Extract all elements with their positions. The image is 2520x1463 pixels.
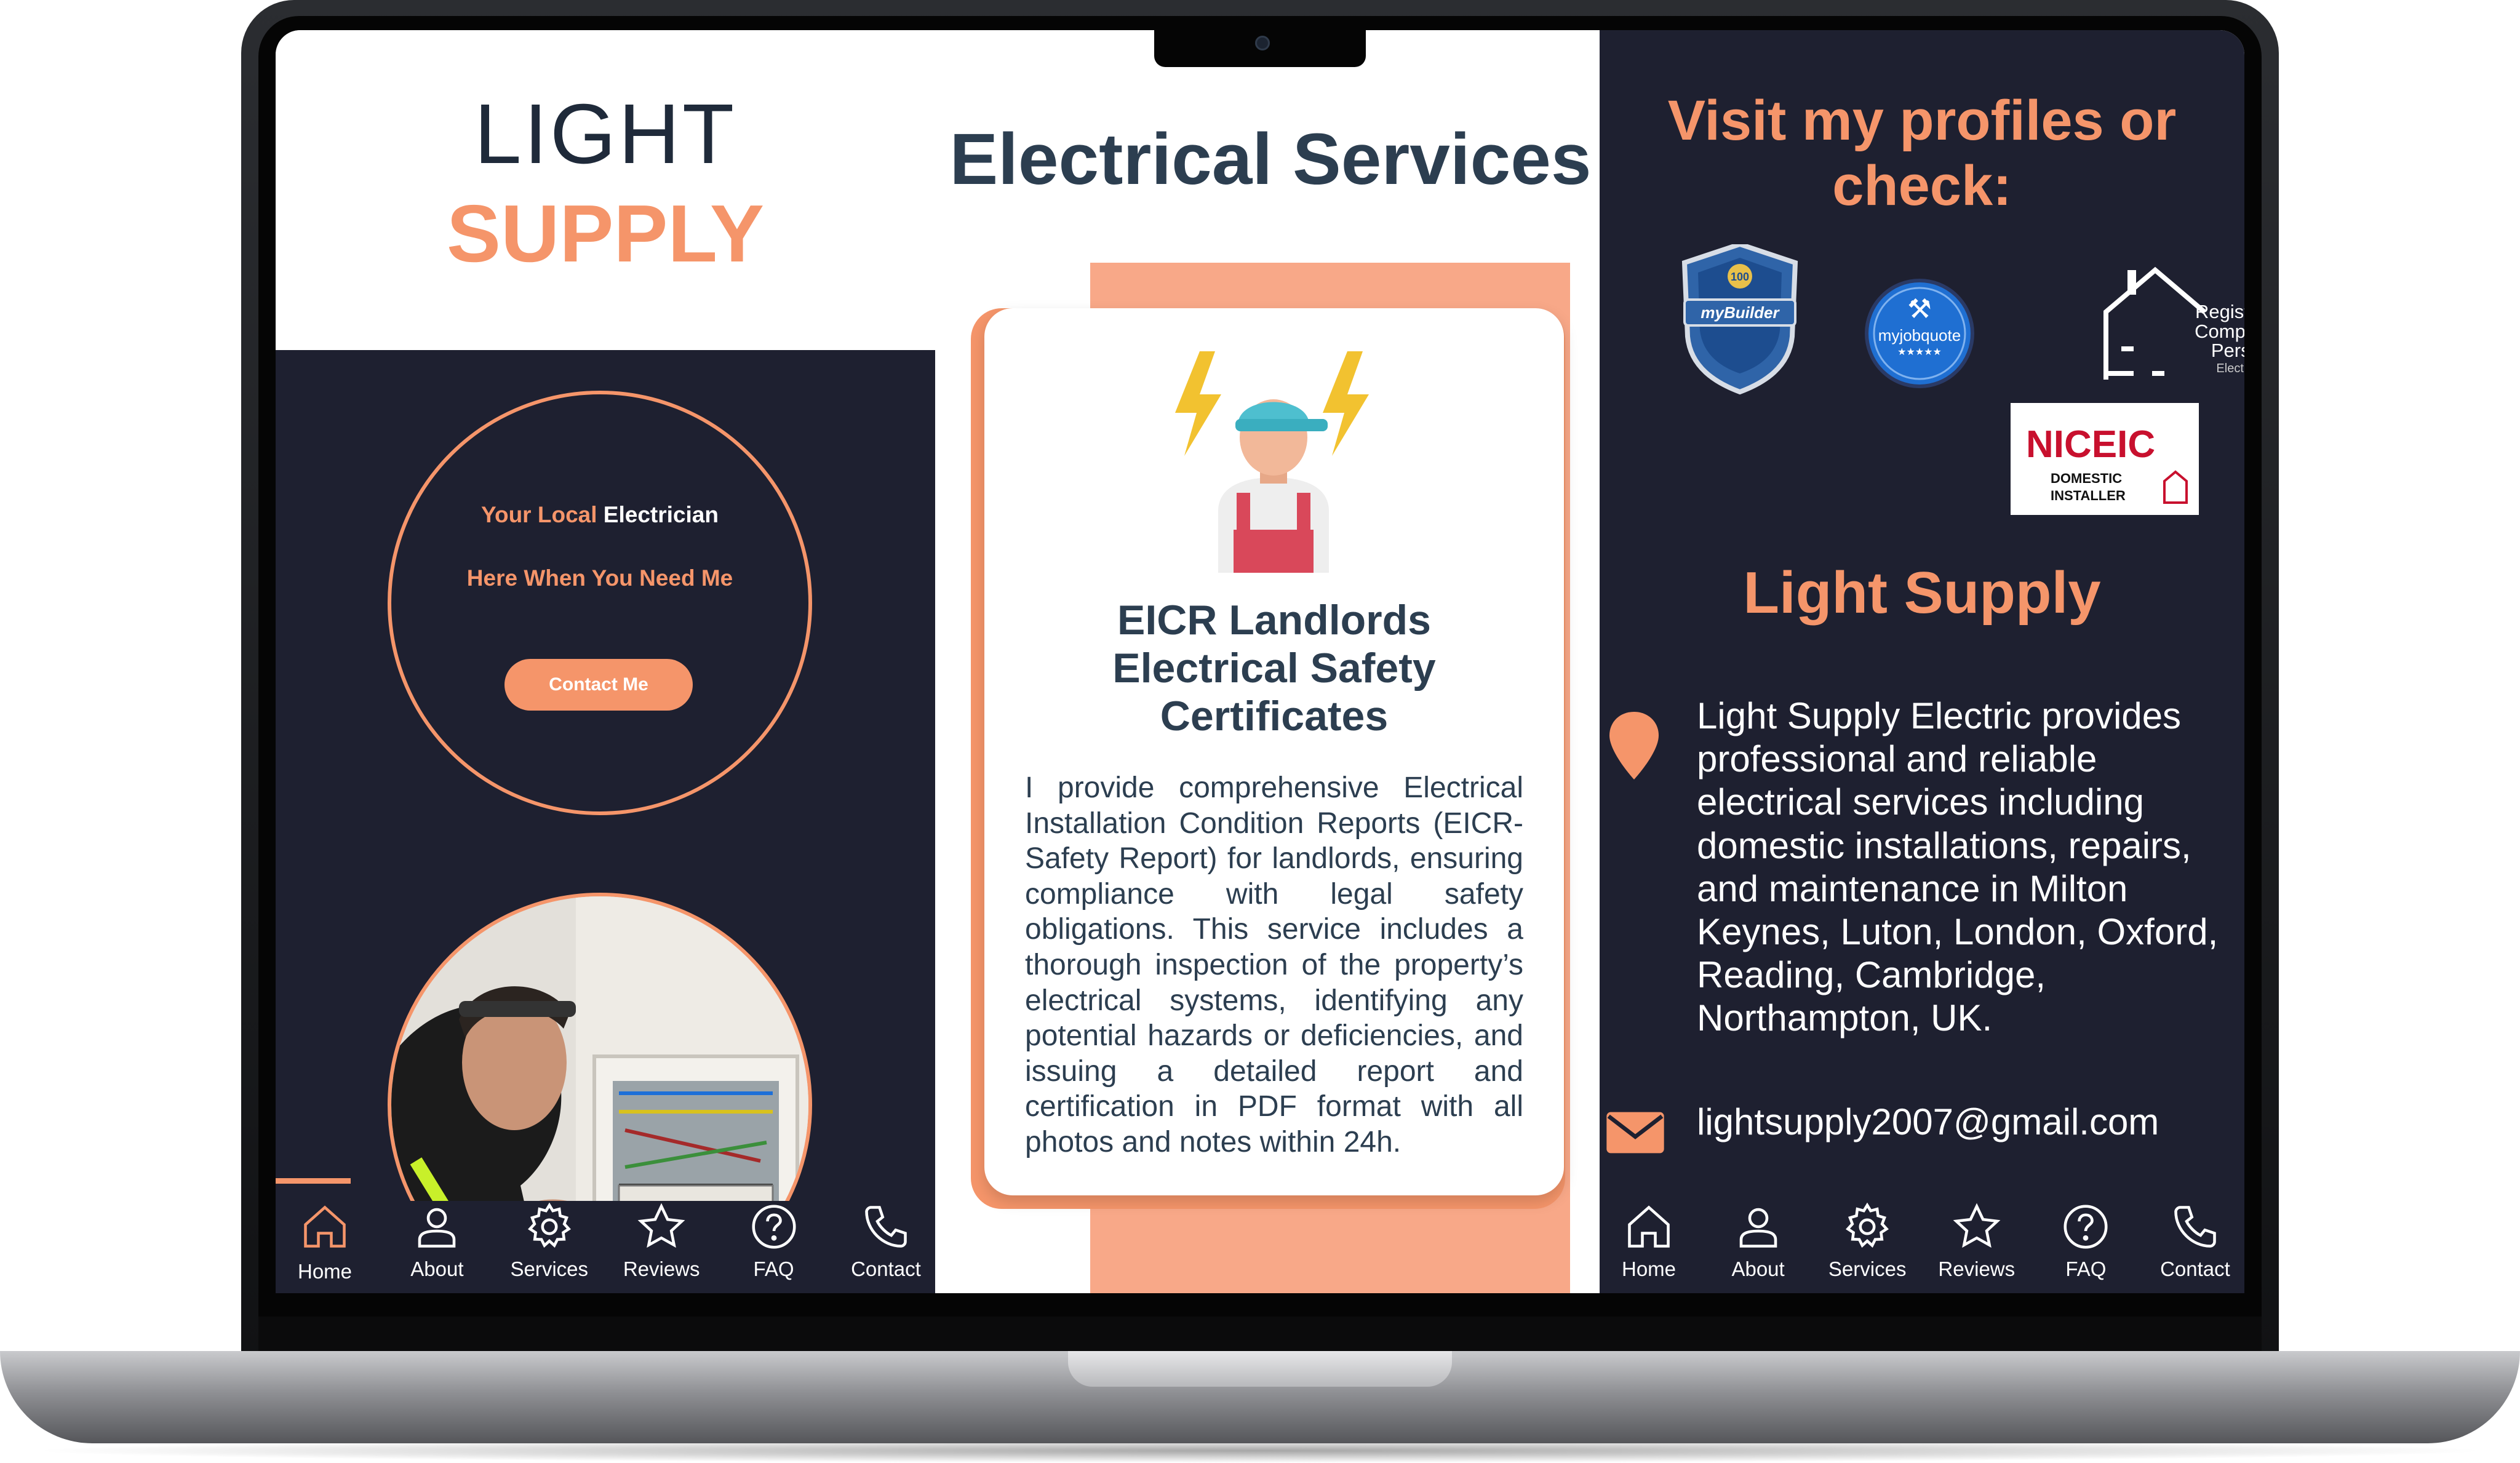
hero-tagline-line2: Here When You Need Me xyxy=(466,565,733,591)
rcp-line3: Person xyxy=(2211,340,2244,361)
nav-item-contact[interactable]: Contact xyxy=(2146,1201,2244,1281)
hero-circle xyxy=(388,391,812,815)
myjobquote-badge[interactable]: ⚒ myjobquote ★★★★★ xyxy=(1865,279,1974,388)
stars-icon: ★★★★★ xyxy=(1897,346,1942,357)
question-icon xyxy=(2063,1205,2108,1249)
nav-label-services: Services xyxy=(510,1258,589,1280)
nav-item-home[interactable]: Home xyxy=(1600,1201,1698,1281)
nav-item-about[interactable]: About xyxy=(388,1201,486,1281)
mail-icon xyxy=(1606,1112,1664,1154)
email-link[interactable]: lightsupply2007@gmail.com xyxy=(1697,1101,2226,1143)
nav-label-home: Home xyxy=(297,1260,353,1283)
user-icon xyxy=(418,1208,456,1248)
nav-label-about: About xyxy=(410,1258,464,1280)
niceic-line2: INSTALLER xyxy=(2051,488,2126,503)
service-card-title: EICR Landlords Electrical Safety Certifi… xyxy=(1112,597,1436,740)
rcp-line2: Competent xyxy=(2195,321,2244,342)
nav-item-about[interactable]: About xyxy=(1709,1201,1808,1281)
question-icon xyxy=(752,1205,796,1249)
star-icon xyxy=(1953,1203,2001,1248)
hero-tagline: Your Local Electrician xyxy=(388,502,812,528)
profiles-title: Visit my profiles or check: xyxy=(1667,89,2177,217)
niceic-badge[interactable]: NICEIC DOMESTIC INSTALLER xyxy=(2011,403,2199,515)
service-card-description: I provide comprehensive Electrical Insta… xyxy=(1025,771,1523,1158)
brand-name: Light Supply xyxy=(1743,560,2101,626)
business-description: Light Supply Electric provides professio… xyxy=(1697,695,2219,1039)
nav-label-contact: Contact xyxy=(2160,1258,2230,1280)
nav-item-faq[interactable]: FAQ xyxy=(2036,1201,2135,1281)
bottom-nav-right: Home About Services Reviews FAQ Contact xyxy=(1600,1201,2244,1293)
services-page-title: Electrical Services xyxy=(949,119,1592,200)
nav-item-reviews[interactable]: Reviews xyxy=(612,1201,711,1281)
phone-icon xyxy=(865,1206,907,1248)
nav-active-indicator xyxy=(276,1178,351,1184)
logo-light-text: LIGHT xyxy=(474,87,737,181)
laptop-screen: LIGHT SUPPLY Your Local Electrician Here… xyxy=(276,30,2244,1293)
nav-item-faq[interactable]: FAQ xyxy=(725,1201,823,1281)
nav-label-reviews: Reviews xyxy=(623,1258,700,1280)
nav-label-reviews: Reviews xyxy=(1938,1258,2016,1280)
nav-label-faq: FAQ xyxy=(2065,1258,2107,1280)
laptop-opening-groove xyxy=(1068,1351,1452,1387)
tagline-accent: Your Local xyxy=(481,502,597,527)
home-icon xyxy=(1628,1205,1670,1248)
niceic-line1: DOMESTIC xyxy=(2051,471,2122,486)
nav-label-contact: Contact xyxy=(851,1258,921,1280)
gear-icon xyxy=(1846,1202,1889,1248)
nav-item-home[interactable]: Home xyxy=(276,1201,374,1283)
user-icon xyxy=(1739,1208,1777,1248)
rcp-line1: Registered xyxy=(2195,301,2244,322)
gear-icon xyxy=(527,1202,571,1248)
tagline-white: Electrician xyxy=(603,502,719,527)
nav-label-faq: FAQ xyxy=(753,1258,794,1280)
nav-item-contact[interactable]: Contact xyxy=(837,1201,935,1281)
mybuilder-label: myBuilder xyxy=(1701,303,1780,322)
webcam xyxy=(1255,36,1270,50)
phone-icon xyxy=(2174,1206,2216,1248)
nav-item-reviews[interactable]: Reviews xyxy=(1928,1201,2026,1281)
niceic-logo-text: NICEIC xyxy=(2026,423,2155,466)
myjobquote-label: myjobquote xyxy=(1878,326,1961,345)
mybuilder-score: 100 xyxy=(1731,271,1749,283)
rcp-line4: Electrical xyxy=(2216,362,2244,375)
accreditation-badges: 100 myBuilder ⚒ myjobquote ★★★★★ Registe… xyxy=(1681,244,2244,515)
nav-item-services[interactable]: Services xyxy=(500,1201,599,1281)
registered-competent-person-badge[interactable]: Registered Competent Person Electrical xyxy=(2103,266,2244,380)
star-icon xyxy=(637,1203,685,1248)
logo-supply-text: SUPPLY xyxy=(446,188,764,279)
nav-item-services[interactable]: Services xyxy=(1818,1201,1916,1281)
bottom-nav-left: Home About Services Reviews FAQ Contact xyxy=(276,1201,935,1293)
nav-label-about: About xyxy=(1731,1258,1785,1280)
mybuilder-badge[interactable]: 100 myBuilder xyxy=(1681,244,1798,395)
nav-label-home: Home xyxy=(1621,1258,1677,1280)
tools-icon: ⚒ xyxy=(1907,293,1931,325)
nav-label-services: Services xyxy=(1828,1258,1907,1280)
home-icon xyxy=(304,1205,346,1248)
location-pin-icon xyxy=(1609,712,1659,779)
contact-me-button[interactable]: Contact Me xyxy=(504,659,693,711)
electrician-icon xyxy=(1175,351,1369,573)
